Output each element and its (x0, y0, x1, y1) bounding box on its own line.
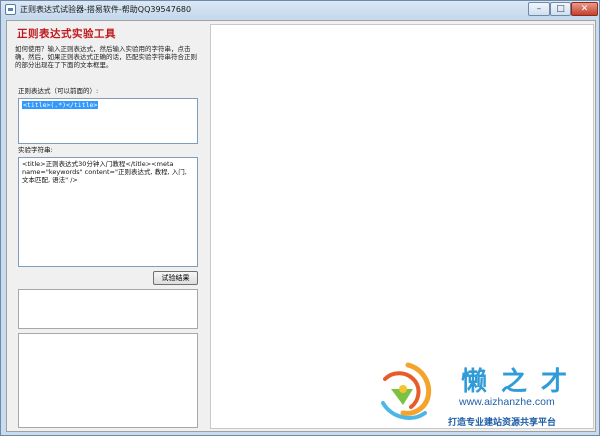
watermark-logo-icon (381, 362, 432, 420)
usage-instructions: 如何使用？输入正则表达式，然后输入实验用的字符串，点击确，然后，如果正则表达式正… (15, 45, 197, 69)
regex-label: 正则表达式（可以前面的）: (18, 87, 99, 95)
app-heading: 正则表达式实验工具 (17, 28, 116, 40)
test-string-label: 实验字符串: (18, 146, 53, 154)
window-title: 正则表达式试验器-搭易软件-帮助QQ39547680 (20, 5, 192, 14)
watermark-url: www.aizhanzhe.com (459, 396, 555, 408)
regex-input-value: <title>(.*)</title> (22, 101, 99, 109)
watermark-brand: 懒之才 (461, 367, 582, 397)
regex-input[interactable]: <title>(.*)</title> (18, 98, 198, 144)
app-icon (5, 4, 16, 15)
watermark: 懒之才 www.aizhanzhe.com 打造专业建站资源共享平台 (371, 357, 596, 432)
match-result-box[interactable] (18, 289, 198, 329)
minimize-button[interactable]: – (528, 2, 550, 16)
watermark-slogan: 打造专业建站资源共享平台 (448, 418, 557, 428)
title-bar[interactable]: 正则表达式试验器-搭易软件-帮助QQ39547680 – □ ✕ (1, 1, 599, 19)
test-string-value: <title>正则表达式30分钟入门教程</title><meta name="… (22, 160, 187, 184)
run-test-button[interactable]: 试验结果 (153, 271, 198, 285)
test-string-input[interactable]: <title>正则表达式30分钟入门教程</title><meta name="… (18, 157, 198, 267)
app-window: 正则表达式试验器-搭易软件-帮助QQ39547680 – □ ✕ 正则表达式实验… (0, 0, 600, 436)
maximize-button[interactable]: □ (550, 2, 571, 16)
match-detail-box[interactable] (18, 333, 198, 428)
close-button[interactable]: ✕ (571, 2, 598, 16)
